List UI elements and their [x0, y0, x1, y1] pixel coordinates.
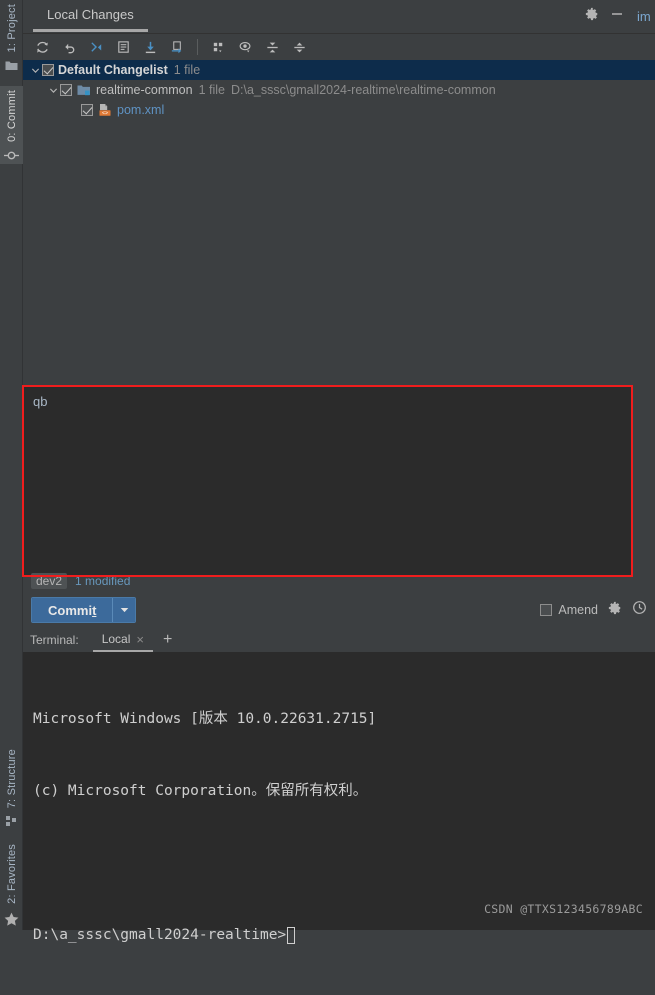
row-checkbox[interactable] [60, 84, 72, 96]
folder-icon [0, 56, 23, 74]
changes-tree[interactable]: Default Changelist 1 file realtime-commo… [23, 60, 655, 383]
modified-count-label: 1 modified [75, 574, 131, 588]
get-from-vcs-icon[interactable] [138, 36, 162, 58]
sidebar-item-project-label: 1: Project [5, 4, 18, 53]
preview-diff-icon[interactable] [233, 36, 257, 58]
table-row[interactable]: <> pom.xml [23, 100, 655, 120]
sidebar-item-commit-label: 0: Commit [5, 90, 18, 143]
star-icon [0, 908, 23, 930]
tab-terminal-local-label: Local [101, 632, 131, 646]
changes-toolbar [23, 34, 655, 60]
gear-icon[interactable] [585, 7, 599, 26]
svg-text:<>: <> [102, 111, 108, 117]
minimize-icon[interactable] [610, 7, 624, 26]
group-by-icon[interactable] [206, 36, 230, 58]
terminal-title: Terminal: [30, 633, 79, 647]
module-file-count: 1 file [198, 83, 225, 97]
maven-xml-icon: <> [97, 102, 113, 118]
row-checkbox[interactable] [42, 64, 54, 76]
commit-action-row: Commi t Amend [23, 597, 655, 623]
changelist-file-count: 1 file [173, 63, 201, 77]
row-checkbox[interactable] [81, 104, 93, 116]
amend-checkbox[interactable] [540, 604, 553, 616]
module-name: realtime-common [96, 83, 193, 97]
commit-message-area: qb [22, 382, 655, 578]
diff-icon[interactable] [111, 36, 135, 58]
file-name: pom.xml [117, 103, 165, 117]
amend-label-text: Amend [558, 603, 598, 617]
sidebar-item-commit[interactable]: 0: Commit [0, 86, 23, 165]
shelve-silently-icon[interactable] [84, 36, 108, 58]
sidebar-item-favorites[interactable]: 2: Favorites [0, 840, 23, 930]
chevron-down-icon[interactable] [29, 60, 42, 80]
tab-local-changes-label: Local Changes [47, 7, 134, 22]
collapse-all-icon[interactable] [287, 36, 311, 58]
table-row[interactable]: realtime-common 1 file D:\a_sssc\gmall20… [23, 80, 655, 100]
terminal-tab-row: Terminal: Local × + [23, 628, 655, 653]
terminal-panel: Terminal: Local × + Microsoft Windows [版… [23, 628, 655, 944]
sidebar-item-structure-label: 7: Structure [5, 748, 18, 809]
structure-icon [0, 812, 23, 830]
commit-button-group: Commi t [31, 597, 137, 623]
left-tool-strip: 1: Project 0: Commit 7: Structure 2: Fav… [0, 0, 23, 930]
module-path: D:\a_sssc\gmall2024-realtime\realtime-co… [230, 83, 496, 97]
left-strip-bottom-group: 7: Structure 2: Favorites [0, 745, 23, 930]
sidebar-item-favorites-label: 2: Favorites [5, 844, 18, 904]
add-terminal-tab-icon[interactable]: + [157, 632, 178, 648]
terminal-cursor [287, 926, 296, 944]
commit-dropdown-button[interactable] [112, 598, 136, 622]
terminal-prompt-line: D:\a_sssc\gmall2024-realtime> [33, 923, 645, 947]
terminal-line: Microsoft Windows [版本 10.0.22631.2715] [33, 711, 377, 727]
terminal-line: (c) Microsoft Corporation。保留所有权利。 [33, 783, 368, 799]
terminal-output[interactable]: Microsoft Windows [版本 10.0.22631.2715] (… [23, 653, 655, 995]
expand-all-icon[interactable] [260, 36, 284, 58]
local-changes-panel: Local Changes im Default Changelist 1 fi… [22, 0, 655, 628]
commit-message-input[interactable]: qb [23, 386, 633, 575]
tab-terminal-local[interactable]: Local × [92, 629, 153, 652]
branch-status-row: dev2 1 modified [23, 572, 130, 590]
history-icon[interactable] [632, 600, 647, 620]
commit-icon [0, 146, 23, 164]
move-to-changelist-icon[interactable] [165, 36, 189, 58]
changelist-name: Default Changelist [58, 63, 168, 77]
table-row[interactable]: Default Changelist 1 file [23, 60, 655, 80]
module-icon [76, 82, 92, 98]
toolbar-separator [197, 39, 198, 55]
tab-local-changes[interactable]: Local Changes [33, 0, 148, 32]
commit-row-right-tools: Amend [540, 600, 647, 620]
amend-checkbox-row[interactable]: Amend [540, 603, 598, 617]
chevron-down-icon[interactable] [47, 80, 60, 100]
clipped-overflow-text: im [637, 9, 651, 24]
refresh-icon[interactable] [30, 36, 54, 58]
sidebar-item-project[interactable]: 1: Project [0, 0, 23, 74]
branch-chip[interactable]: dev2 [31, 573, 68, 589]
sidebar-item-structure[interactable]: 7: Structure [0, 745, 23, 830]
commit-button[interactable]: Commi t [32, 598, 113, 622]
panel-tab-row: Local Changes im [23, 0, 655, 34]
rollback-icon[interactable] [57, 36, 81, 58]
close-icon[interactable]: × [136, 633, 144, 646]
panel-header-tools: im [585, 0, 655, 33]
left-strip-top-group: 1: Project 0: Commit [0, 0, 23, 165]
terminal-prompt: D:\a_sssc\gmall2024-realtime> [33, 927, 287, 943]
gear-icon[interactable] [608, 601, 622, 620]
